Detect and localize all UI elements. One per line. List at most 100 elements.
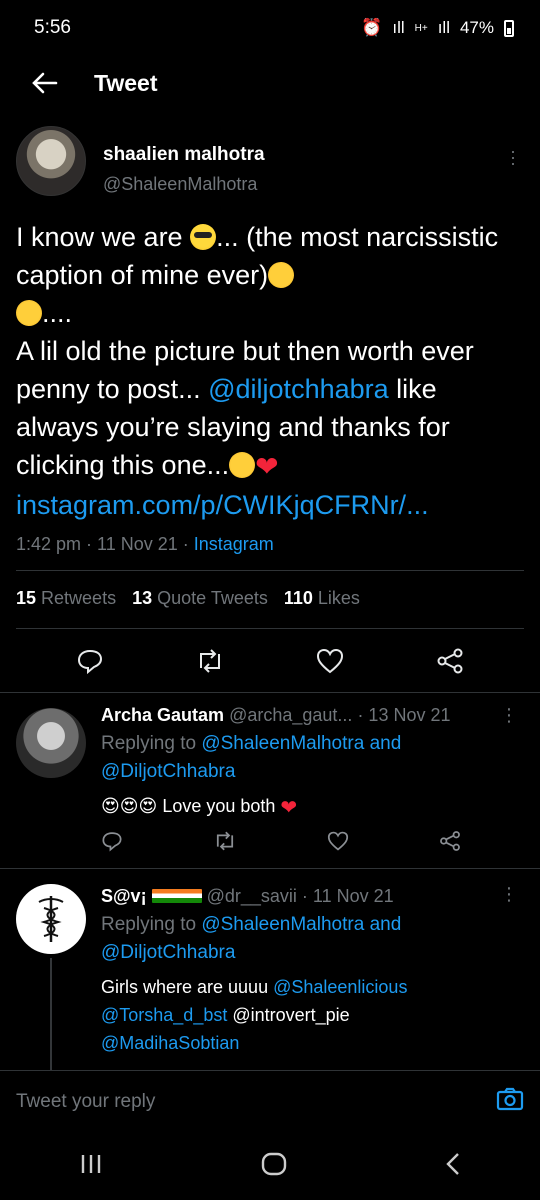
retweets-count: 15 [16,588,37,608]
quotes-count: 13 [132,588,153,608]
tweet-text-part: I know we are [16,222,191,252]
reply-author-name: Archa Gautam [101,705,225,725]
divider [16,628,524,629]
back-arrow-icon[interactable] [0,56,90,110]
mention-link[interactable]: @Torsha_d_bst [101,1005,227,1025]
replying-to: Replying to @ShaleenMalhotra and @Diljot… [101,730,510,786]
reply-author-handle: @dr__savii [206,886,297,906]
author-handle: @ShaleenMalhotra [103,174,258,194]
recent-apps-icon[interactable] [79,1153,103,1180]
reply-date: · 13 Nov 21 [357,705,451,725]
signal-icon: ıll [392,18,405,37]
replying-to-label: Replying to [101,733,197,754]
reply-tweet[interactable]: S@v¡ @dr__savii · 11 Nov 21 Replying to … [0,876,540,1070]
like-icon[interactable] [310,641,350,681]
tweet-text: I know we are ... (the most narcissistic… [12,218,524,524]
share-icon[interactable] [430,641,470,681]
more-options-icon[interactable]: ⋮ [500,884,518,905]
reply-date: · 11 Nov 21 [301,886,394,906]
and-word: and [369,733,402,754]
main-tweet: shaalien malhotra @ShaleenMalhotra · · · I… [12,126,524,555]
home-icon[interactable] [261,1152,287,1181]
mention-link[interactable]: @ShaleenMalhotra [201,914,364,935]
retweets-label: Retweets [41,588,117,608]
reply-body: S@v¡ @dr__savii · 11 Nov 21 Replying to … [101,886,510,1057]
system-nav-bar [0,1132,540,1200]
back-nav-icon[interactable] [445,1152,461,1181]
reply-body: Archa Gautam @archa_gaut... · 13 Nov 21 … [101,705,510,822]
author-row: shaalien malhotra @ShaleenMalhotra · · · [16,126,524,196]
author-avatar[interactable] [16,126,86,196]
mention-link[interactable]: @DiljotChhabra [101,942,235,963]
reply-text-body: Girls where are uuuu [101,977,274,997]
rofl-emoji-icon [12,296,46,330]
thread-line [50,958,52,1070]
mention-link[interactable]: @MadihaSobtian [101,1033,239,1053]
reply-author-name: S@v¡ [101,886,147,906]
and-word: and [369,914,402,935]
tweet-meta: 1:42 pm · 11 Nov 21 · Instagram [16,534,274,554]
battery-percent: 47% [459,18,494,37]
page-title: Tweet [94,69,158,96]
likes-count: 110 [283,588,313,608]
retweets-stat[interactable]: 15 Retweets [16,588,116,609]
more-options-icon[interactable]: ⋮ [500,705,518,726]
replying-to: Replying to @ShaleenMalhotra and @Diljot… [101,911,510,967]
status-time: 5:56 [34,17,71,38]
quotes-stat[interactable]: 13 Quote Tweets [132,588,268,609]
alarm-icon: ⏰ [361,18,383,37]
status-bar: 5:56 ⏰ ıll H+ ıll 47% [0,0,540,56]
reply-avatar[interactable] [16,708,86,778]
reply-icon[interactable] [70,641,110,681]
retweet-icon[interactable] [190,641,230,681]
battery-icon [504,19,514,37]
tweet-actions [0,640,540,682]
mention-link[interactable]: @ShaleenMalhotra [201,733,364,754]
tweet-time: 1:42 pm [16,534,82,554]
author-info[interactable]: shaalien malhotra @ShaleenMalhotra [103,126,265,195]
share-icon[interactable] [439,830,461,857]
reply-header: Archa Gautam @archa_gaut... · 13 Nov 21 [101,705,510,726]
author-name: shaalien malhotra [103,144,265,165]
hugging-emoji-icon [229,452,256,478]
mention-link[interactable]: @DiljotChhabra [101,761,235,782]
reply-text: 😍😍😍 Love you both ❤ [101,792,510,822]
flags-icon [151,889,202,903]
heart-emoji-icon: ❤ [280,797,298,819]
mention-link[interactable]: @Shaleenlicious [273,977,407,997]
tweet-stats: 15 Retweets 13 Quote Tweets 110 Likes [16,588,360,609]
more-options-icon[interactable]: · · · [510,142,516,172]
reply-author-handle: @archa_gaut... [229,705,353,725]
reply-composer[interactable]: Tweet your reply [0,1070,540,1132]
reply-text-body: @introvert_pie [227,1005,350,1025]
replying-to-label: Replying to [101,914,197,935]
instagram-link[interactable]: instagram.com/p/CWIKjqCFRNr/... [16,490,429,520]
reply-icon[interactable] [101,830,123,857]
mention-link[interactable]: @diljotchhabra [208,374,389,404]
camera-icon[interactable] [496,1087,524,1116]
reply-header: S@v¡ @dr__savii · 11 Nov 21 [101,886,510,907]
reply-input[interactable]: Tweet your reply [16,1091,496,1113]
likes-stat[interactable]: 110 Likes [284,588,360,609]
sunglasses-emoji-icon [190,224,217,250]
tweet-text-part: .... [42,298,73,328]
tweet-source[interactable]: Instagram [194,534,274,554]
divider [0,868,540,869]
rofl-emoji-icon [264,258,298,292]
heart-emoji-icon: ❤ [255,451,279,482]
network-type: H+ [414,22,428,34]
retweet-icon[interactable] [213,830,237,857]
like-icon[interactable] [327,831,349,856]
reply-tweet[interactable]: Archa Gautam @archa_gaut... · 13 Nov 21 … [0,700,540,868]
divider [16,570,524,571]
top-bar: Tweet [0,56,540,110]
reply-actions [101,830,461,857]
heart-eyes-emoji-icon: 😍😍😍 [101,796,158,816]
reply-text-body: Love you both [162,796,276,816]
quotes-label: Quote Tweets [157,588,268,608]
status-icons: ⏰ ıll H+ ıll 47% [361,18,514,38]
reply-avatar[interactable] [16,884,86,954]
divider [0,692,540,693]
tweet-date: 11 Nov 21 [97,534,178,554]
signal-icon-2: ıll [437,18,450,37]
